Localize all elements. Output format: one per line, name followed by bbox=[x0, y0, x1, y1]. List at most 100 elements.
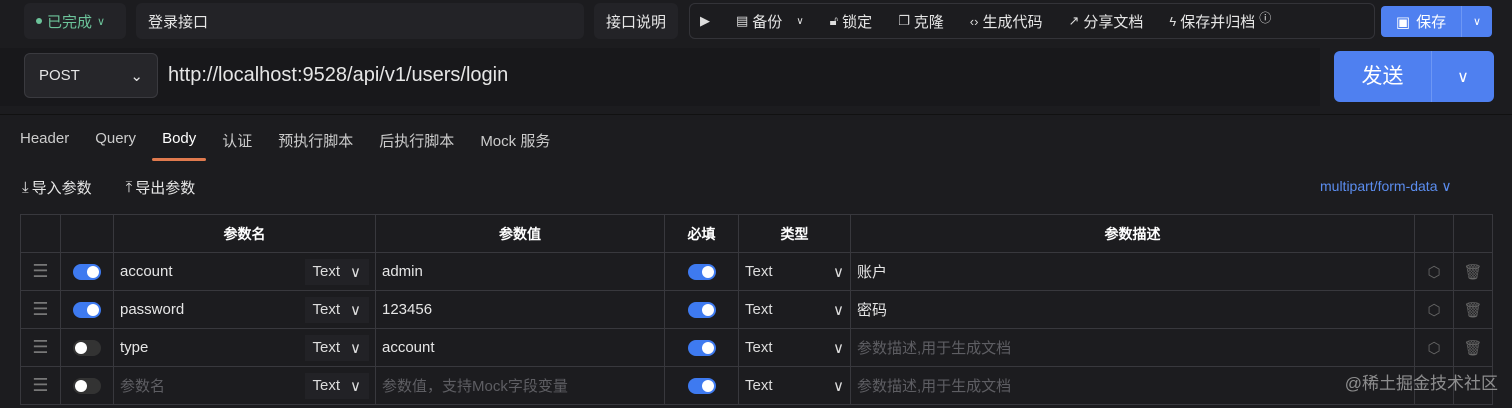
tab-auth[interactable]: 认证 bbox=[222, 130, 252, 159]
name-type-select[interactable]: Text ∨ bbox=[304, 372, 369, 399]
type-select[interactable]: Text ∨ bbox=[738, 366, 851, 405]
table-header: 参数名 参数值 必填 类型 参数描述 bbox=[20, 214, 1493, 253]
name-type-select[interactable]: Text ∨ bbox=[304, 296, 369, 323]
tab-post-script[interactable]: 后执行脚本 bbox=[379, 130, 454, 159]
method-value: POST bbox=[39, 67, 80, 84]
chevron-down-icon[interactable]: ∨ bbox=[796, 16, 803, 27]
type-value: Text bbox=[745, 338, 773, 356]
content-type-select[interactable]: multipart/form-data ∨ bbox=[1320, 178, 1452, 195]
param-value-input[interactable]: 123456 bbox=[375, 290, 665, 329]
drag-handle-icon[interactable]: ☰ bbox=[20, 366, 61, 405]
archive-icon: ϟ bbox=[1169, 13, 1177, 29]
drag-handle-icon[interactable]: ☰ bbox=[20, 252, 61, 291]
lock-button[interactable]: 🔓︎ 锁定 bbox=[830, 11, 872, 32]
param-name-input[interactable]: type bbox=[120, 339, 148, 356]
enable-toggle[interactable] bbox=[73, 378, 101, 395]
clone-icon: ❐ bbox=[898, 13, 910, 28]
param-value-input[interactable]: admin bbox=[375, 252, 665, 291]
name-type-value: Text bbox=[312, 262, 341, 280]
param-desc-input[interactable]: 参数描述,用于生成文档 bbox=[850, 328, 1415, 367]
api-title-value: 登录接口 bbox=[148, 13, 209, 31]
upload-icon: ⤒ bbox=[125, 179, 133, 196]
tab-query[interactable]: Query bbox=[95, 130, 136, 159]
api-title-input[interactable]: 登录接口 bbox=[136, 3, 584, 39]
share-icon: ↗ bbox=[1068, 13, 1080, 28]
tab-header[interactable]: Header bbox=[20, 130, 69, 159]
run-button[interactable]: ▶ bbox=[700, 13, 710, 29]
params-table: 参数名 参数值 必填 类型 参数描述 ☰ account Text ∨ admin … bbox=[20, 214, 1493, 405]
method-select[interactable]: POST ⌄ bbox=[24, 53, 158, 98]
watermark: @稀土掘金技术社区 bbox=[1344, 374, 1498, 393]
required-toggle[interactable] bbox=[687, 302, 716, 319]
cube-icon[interactable]: ⬡ bbox=[1414, 252, 1454, 291]
name-type-select[interactable]: Text ∨ bbox=[304, 334, 369, 361]
chevron-down-icon: ∨ bbox=[833, 301, 844, 319]
required-toggle[interactable] bbox=[687, 264, 716, 281]
download-icon: ⤓ bbox=[22, 179, 29, 196]
url-input[interactable]: http://localhost:9528/api/v1/users/login bbox=[168, 53, 508, 98]
generate-code-label: 生成代码 bbox=[982, 13, 1043, 31]
type-select[interactable]: Text ∨ bbox=[738, 328, 851, 367]
save-dropdown-icon[interactable]: ∨ bbox=[1462, 15, 1492, 28]
chevron-down-icon: ∨ bbox=[350, 263, 361, 281]
param-value-input[interactable]: 参数值，支持Mock字段变量 bbox=[375, 366, 665, 405]
export-label: 导出参数 bbox=[135, 180, 196, 197]
type-value: Text bbox=[745, 376, 773, 394]
backup-label: 备份 bbox=[752, 13, 783, 31]
tab-mock[interactable]: Mock 服务 bbox=[480, 130, 550, 159]
send-dropdown-icon[interactable]: ∨ bbox=[1432, 67, 1494, 87]
drag-handle-icon[interactable]: ☰ bbox=[20, 328, 61, 367]
param-name-input[interactable]: 参数名 bbox=[120, 375, 165, 396]
content-type-value: multipart/form-data bbox=[1320, 178, 1438, 194]
import-params-button[interactable]: ⤓ 导入参数 bbox=[22, 177, 92, 198]
required-toggle[interactable] bbox=[687, 340, 716, 357]
backup-icon: ▤ bbox=[736, 13, 749, 28]
name-type-value: Text bbox=[312, 376, 341, 394]
save-button[interactable]: ▣ 保存 ∨ bbox=[1381, 6, 1492, 37]
send-button[interactable]: 发送 ∨ bbox=[1334, 51, 1494, 102]
api-doc-button[interactable]: 接口说明 bbox=[594, 3, 678, 39]
export-params-button[interactable]: ⤒ 导出参数 bbox=[126, 177, 196, 198]
param-desc-input[interactable]: 参数描述,用于生成文档 bbox=[850, 366, 1415, 405]
enable-toggle[interactable] bbox=[73, 302, 101, 319]
share-doc-button[interactable]: ↗ 分享文档 bbox=[1068, 11, 1143, 32]
chevron-down-icon: ∨ bbox=[97, 15, 106, 28]
cube-icon[interactable]: ⬡ bbox=[1414, 328, 1454, 367]
table-row: ☰ password Text ∨ 123456 Text ∨ 密码 ⬡ 🗑︎ bbox=[20, 290, 1493, 329]
save-label: 保存 bbox=[1416, 14, 1447, 31]
col-type: 类型 bbox=[738, 214, 851, 253]
trash-icon[interactable]: 🗑︎ bbox=[1453, 290, 1493, 329]
status-dropdown[interactable]: 已完成 ∨ bbox=[24, 3, 126, 39]
import-label: 导入参数 bbox=[31, 180, 92, 197]
param-desc-input[interactable]: 账户 bbox=[850, 252, 1415, 291]
chevron-down-icon: ∨ bbox=[1441, 178, 1452, 194]
tab-body[interactable]: Body bbox=[152, 130, 207, 161]
name-type-select[interactable]: Text ∨ bbox=[304, 258, 369, 285]
col-name: 参数名 bbox=[113, 214, 376, 253]
cube-icon[interactable]: ⬡ bbox=[1414, 290, 1454, 329]
drag-handle-icon[interactable]: ☰ bbox=[20, 290, 61, 329]
tab-pre-script[interactable]: 预执行脚本 bbox=[278, 130, 353, 159]
code-icon: ‹› bbox=[969, 13, 979, 29]
save-archive-button[interactable]: ϟ 保存并归档 ⓘ bbox=[1169, 11, 1271, 32]
trash-icon[interactable]: 🗑︎ bbox=[1453, 328, 1493, 367]
param-desc-input[interactable]: 密码 bbox=[850, 290, 1415, 329]
param-value-input[interactable]: account bbox=[375, 328, 665, 367]
param-actions: ⤓ 导入参数 ⤒ 导出参数 bbox=[22, 177, 195, 198]
enable-toggle[interactable] bbox=[73, 264, 101, 281]
divider bbox=[0, 114, 1512, 115]
backup-button[interactable]: ▤ 备份 ∨ bbox=[736, 11, 804, 32]
save-icon: ▣ bbox=[1395, 13, 1411, 31]
param-name-input[interactable]: account bbox=[120, 263, 173, 280]
trash-icon[interactable]: 🗑︎ bbox=[1453, 252, 1493, 291]
clone-button[interactable]: ❐ 克隆 bbox=[898, 11, 944, 32]
chevron-down-icon: ∨ bbox=[833, 339, 844, 357]
generate-code-button[interactable]: ‹› 生成代码 bbox=[970, 11, 1043, 32]
help-icon[interactable]: ⓘ bbox=[1259, 9, 1271, 26]
type-select[interactable]: Text ∨ bbox=[738, 290, 851, 329]
type-select[interactable]: Text ∨ bbox=[738, 252, 851, 291]
param-name-input[interactable]: password bbox=[120, 301, 184, 318]
play-icon: ▶ bbox=[700, 13, 710, 28]
enable-toggle[interactable] bbox=[73, 340, 101, 357]
required-toggle[interactable] bbox=[687, 378, 716, 395]
